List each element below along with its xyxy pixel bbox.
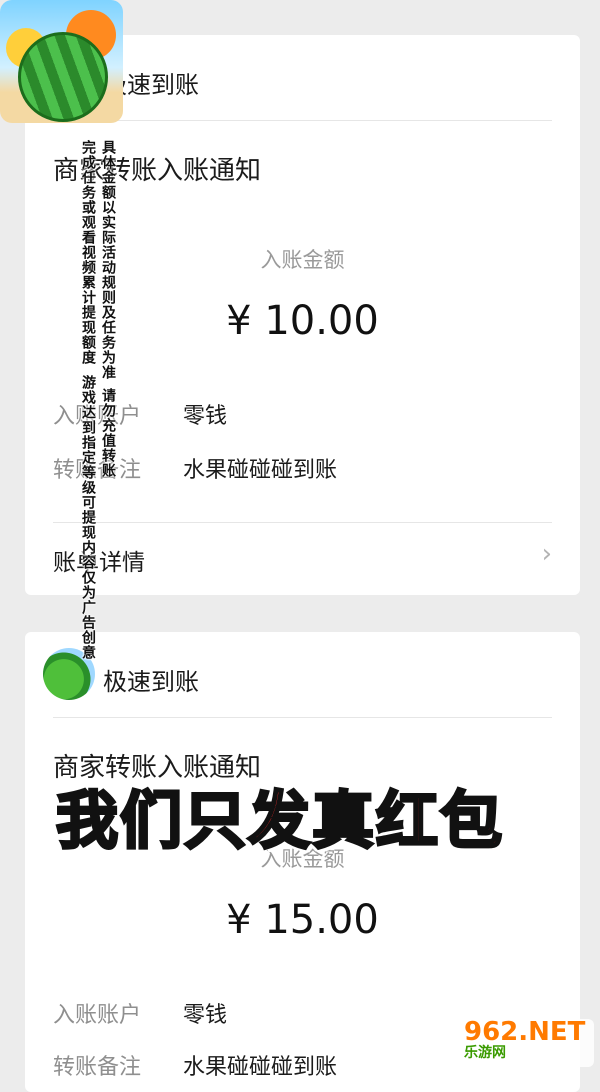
site-watermark: 962.NET 乐游网 <box>454 1019 594 1067</box>
account-label: 入账账户 <box>53 1003 142 1028</box>
bill-detail-label: 账单详情 <box>53 550 145 576</box>
account-value: 零钱 <box>183 404 228 429</box>
divider <box>53 120 552 121</box>
card-header: 极速到账 <box>25 632 580 717</box>
divider <box>53 717 552 718</box>
watermelon-icon <box>18 32 108 122</box>
remark-value: 水果碰碰碰到账 <box>183 1055 338 1080</box>
game-app-icon <box>0 0 123 123</box>
disclaimer-text: 游戏达到指定等级可提现 <box>80 375 96 540</box>
disclaimer-text: 具体金额以实际活动规则及任务为准 <box>100 140 116 380</box>
disclaimer-text: 请勿充值转账 <box>100 388 116 478</box>
bill-detail-row[interactable]: 账单详情 › <box>25 523 580 585</box>
disclaimer-text: 完成任务或观看视频累计提现额度 <box>80 140 96 365</box>
disclaimer-text: 内容仅为广告创意 <box>80 540 96 660</box>
watermark-sub-text: 乐游网 <box>464 1045 506 1061</box>
remark-value: 水果碰碰碰到账 <box>183 458 338 483</box>
account-label: 入账账户 <box>53 404 142 429</box>
watermark-logo-text: 962.NET <box>464 1017 586 1047</box>
account-value: 零钱 <box>183 1003 228 1028</box>
header-title: 极速到账 <box>103 668 199 696</box>
amount-value: ¥ 15.00 <box>226 897 379 943</box>
promo-banner: 我们只发真红包 <box>54 770 505 860</box>
remark-label: 转账备注 <box>53 458 142 483</box>
banner-text-red: 只发真红包 <box>183 783 505 859</box>
remark-label: 转账备注 <box>53 1055 142 1080</box>
banner-text-yellow: 我们 <box>54 783 185 859</box>
chevron-right-icon: › <box>541 539 552 569</box>
